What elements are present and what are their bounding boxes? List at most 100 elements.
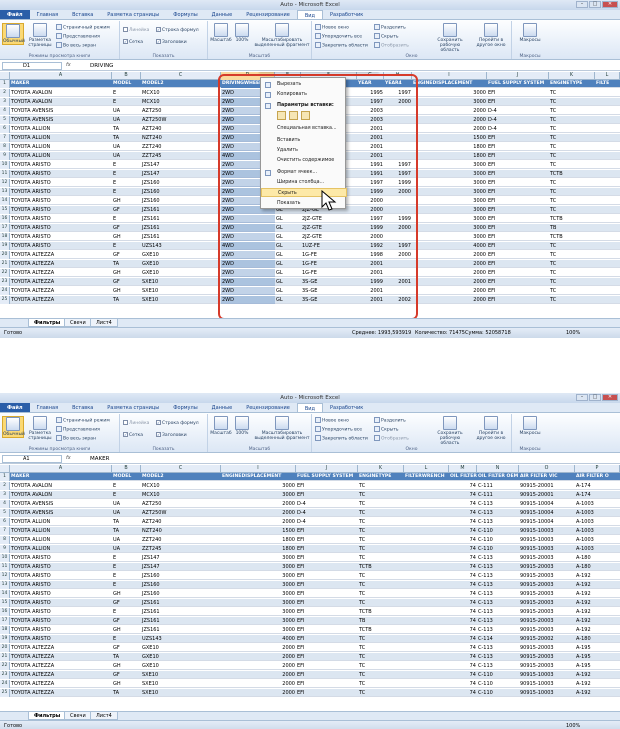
column-title[interactable]: ENGINEDISPLACEMENT: [412, 80, 487, 88]
cell[interactable]: EFI: [487, 278, 549, 286]
cell[interactable]: JZS160: [141, 188, 221, 196]
cell[interactable]: 3000: [221, 617, 296, 625]
cell[interactable]: C-111: [477, 482, 519, 490]
cell[interactable]: [404, 581, 449, 589]
cell[interactable]: [595, 134, 620, 142]
cell[interactable]: TC: [358, 644, 404, 652]
unhide-window-button[interactable]: Отобразить: [374, 42, 409, 49]
formula-bar-checkbox[interactable]: ✓ Строка формул: [156, 27, 199, 33]
cell[interactable]: 74: [449, 527, 477, 535]
cell[interactable]: [404, 509, 449, 517]
tab-file[interactable]: Файл: [0, 403, 30, 412]
cell[interactable]: TC: [549, 179, 595, 187]
tab-review[interactable]: Рецензирование: [239, 10, 297, 19]
cell[interactable]: GH: [112, 626, 141, 634]
cell[interactable]: A-1003: [575, 500, 620, 508]
column-header[interactable]: J: [487, 72, 549, 80]
cell[interactable]: 74: [449, 590, 477, 598]
cell[interactable]: TOYOTA ARISTO: [10, 206, 112, 214]
cell[interactable]: A-180: [575, 635, 620, 643]
freeze-panes-button[interactable]: Закрепить области: [315, 435, 368, 442]
cell[interactable]: GF: [112, 617, 141, 625]
cell[interactable]: [404, 626, 449, 634]
cell[interactable]: TB: [358, 617, 404, 625]
normal-view-button[interactable]: Обычный: [2, 416, 25, 438]
cell[interactable]: JZS160: [141, 197, 221, 205]
select-all-corner[interactable]: [0, 72, 10, 80]
cell[interactable]: JZS161: [141, 224, 221, 232]
cell[interactable]: JZS161: [141, 233, 221, 241]
cell[interactable]: TC: [549, 260, 595, 268]
cell[interactable]: EFI: [487, 197, 549, 205]
cell[interactable]: GH: [112, 233, 141, 241]
cell[interactable]: EFI: [487, 188, 549, 196]
close-icon[interactable]: ✕: [602, 394, 618, 401]
column-title[interactable]: FUEL SUPPLY SYSTEM: [296, 473, 358, 481]
cell[interactable]: 3000: [412, 197, 487, 205]
cell[interactable]: EFI: [296, 590, 358, 598]
cell[interactable]: TOYOTA ALTEZZA: [10, 278, 112, 286]
cell[interactable]: 2000: [221, 671, 296, 679]
tab-formulas[interactable]: Формулы: [166, 10, 204, 19]
row-number[interactable]: 12: [0, 179, 10, 187]
cell[interactable]: SXE10: [141, 671, 221, 679]
cell[interactable]: TOYOTA ALTEZZA: [10, 251, 112, 259]
cell[interactable]: TC: [358, 662, 404, 670]
cell[interactable]: TOYOTA AVALON: [10, 89, 112, 97]
cell[interactable]: ZZT245: [141, 545, 221, 553]
cell[interactable]: 2000: [412, 116, 487, 124]
cell[interactable]: EFI: [487, 143, 549, 151]
worksheet-grid[interactable]: ABCDEFGHIJKL 1 MAKER MODEL MODEL2 DRIVINGWHE…: [0, 72, 620, 318]
cell[interactable]: 74: [449, 554, 477, 562]
cell[interactable]: E: [112, 554, 141, 562]
cell[interactable]: TCTB: [549, 170, 595, 178]
cell[interactable]: 3000: [221, 590, 296, 598]
menu-cut[interactable]: Вырезать: [261, 80, 347, 89]
cell[interactable]: C-113: [477, 653, 519, 661]
cell[interactable]: TOYOTA ARISTO: [10, 635, 112, 643]
cell[interactable]: EFI: [487, 260, 549, 268]
cell[interactable]: GXE10: [141, 251, 221, 259]
cell[interactable]: [404, 491, 449, 499]
switch-windows-button[interactable]: Перейти в другое окно: [472, 23, 510, 48]
row-number[interactable]: 3: [0, 491, 10, 499]
row-number[interactable]: 10: [0, 554, 10, 562]
cell[interactable]: GF: [112, 206, 141, 214]
cell[interactable]: UA: [112, 500, 141, 508]
cell[interactable]: [404, 527, 449, 535]
row-number[interactable]: 2: [0, 89, 10, 97]
cell[interactable]: TC: [358, 482, 404, 490]
row-number[interactable]: 14: [0, 197, 10, 205]
cell[interactable]: 74: [449, 617, 477, 625]
cell[interactable]: TA: [112, 134, 141, 142]
cell[interactable]: E: [112, 215, 141, 223]
freeze-panes-button[interactable]: Закрепить области: [315, 42, 368, 49]
cell[interactable]: TC: [358, 653, 404, 661]
cell[interactable]: JZS161: [141, 617, 221, 625]
cell[interactable]: C-113: [477, 563, 519, 571]
cell[interactable]: 90915-10004: [519, 509, 575, 517]
name-box[interactable]: A1: [2, 455, 62, 463]
row-number[interactable]: 8: [0, 536, 10, 544]
cell[interactable]: TOYOTA ARISTO: [10, 626, 112, 634]
cell[interactable]: 74: [449, 509, 477, 517]
row-number[interactable]: 22: [0, 269, 10, 277]
column-header[interactable]: M: [449, 465, 477, 473]
cell[interactable]: TC: [549, 197, 595, 205]
row-number[interactable]: 6: [0, 518, 10, 526]
cell[interactable]: TOYOTA ALLION: [10, 125, 112, 133]
cell[interactable]: [595, 215, 620, 223]
cell[interactable]: 74: [449, 536, 477, 544]
cell[interactable]: EFI: [296, 581, 358, 589]
cell[interactable]: SXE10: [141, 680, 221, 688]
row-number[interactable]: 6: [0, 125, 10, 133]
cell[interactable]: EFI: [296, 689, 358, 697]
cell[interactable]: [404, 671, 449, 679]
cell[interactable]: 1800: [412, 152, 487, 160]
custom-views-button[interactable]: Представления: [56, 33, 100, 40]
cell[interactable]: [404, 617, 449, 625]
zoom-100-button[interactable]: 100%: [233, 23, 251, 43]
cell[interactable]: E: [112, 242, 141, 250]
cell[interactable]: SXE10: [141, 287, 221, 295]
cell[interactable]: TOYOTA ARISTO: [10, 233, 112, 241]
